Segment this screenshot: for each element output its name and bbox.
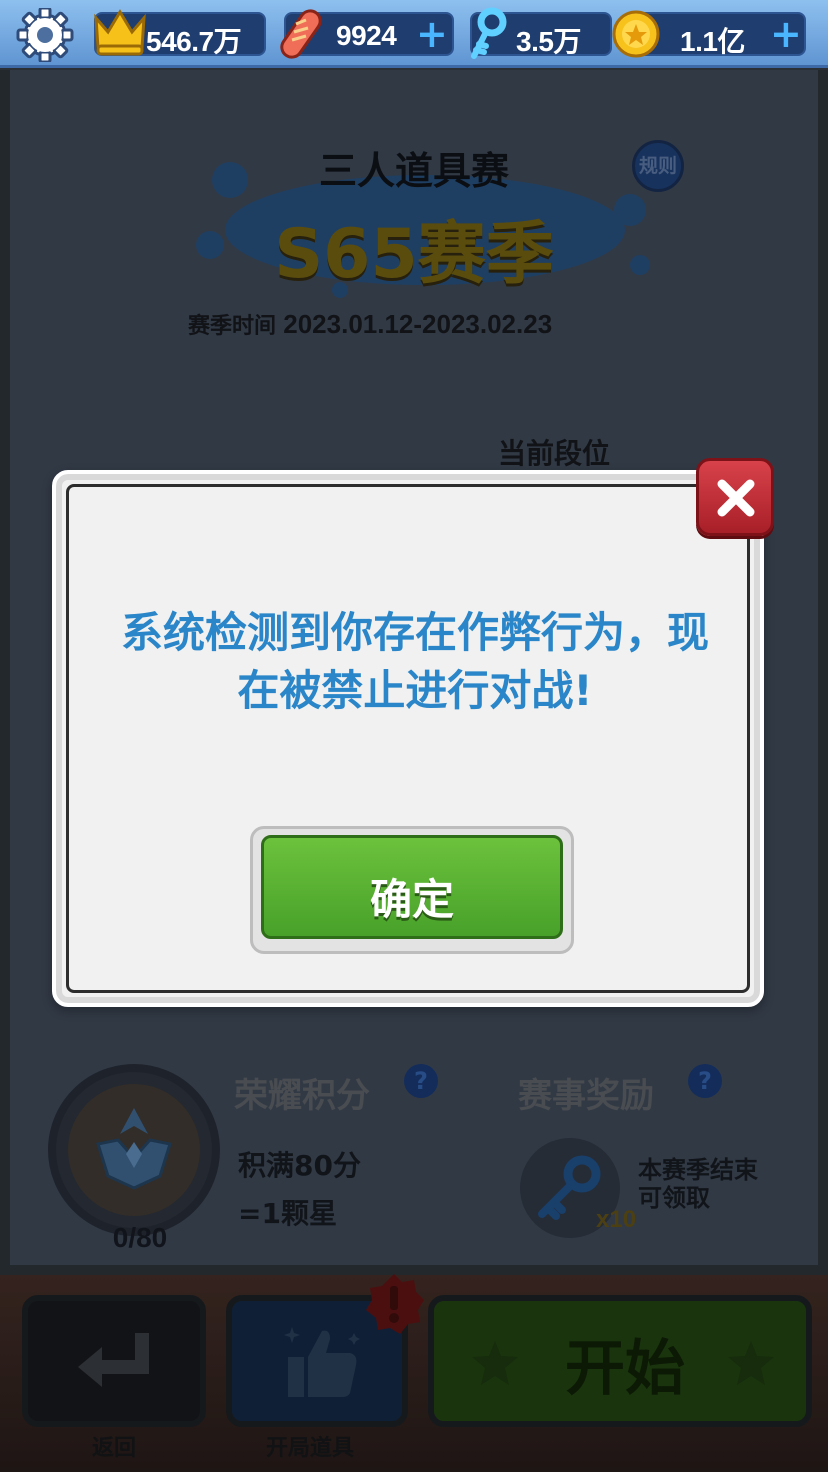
- confirm-label: 确定: [369, 875, 454, 924]
- add-boards-button[interactable]: +: [416, 15, 448, 53]
- close-icon: [717, 479, 755, 517]
- skateboard-icon: [280, 9, 322, 59]
- coin-icon: [612, 10, 660, 58]
- confirm-button-face[interactable]: 确定: [261, 835, 563, 939]
- gear-icon[interactable]: [14, 6, 76, 64]
- coin-count: 1.1亿: [680, 26, 745, 57]
- crown-icon: [94, 9, 146, 56]
- key-count: 3.5万: [516, 26, 581, 57]
- key-icon: [471, 7, 507, 59]
- close-button[interactable]: [696, 458, 774, 536]
- crown-count: 546.7万: [146, 26, 242, 57]
- dialog-message: 系统检测到你存在作弊行为，现在被禁止进行对战!: [120, 608, 709, 715]
- add-coins-button[interactable]: +: [770, 15, 802, 53]
- confirm-button[interactable]: 确定: [250, 826, 574, 954]
- currency-bar: 546.7万 9924 + 3.5万 1.1亿 +: [0, 0, 828, 68]
- board-count: 9924: [336, 20, 397, 51]
